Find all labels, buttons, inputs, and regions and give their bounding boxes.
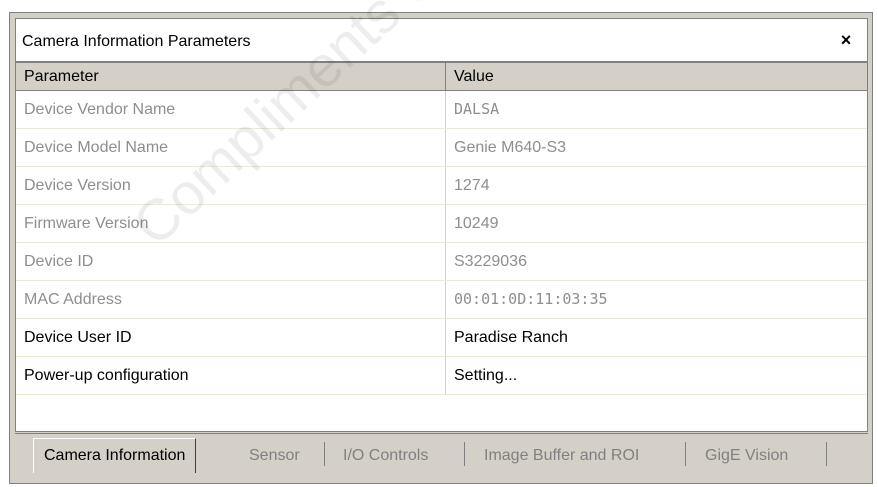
- param-name: Device Version: [16, 167, 446, 204]
- tab-sensor[interactable]: Sensor: [239, 440, 310, 472]
- parameters-grid: Parameter Value Device Vendor Name DALSA…: [15, 62, 868, 432]
- tab-separator: [685, 442, 686, 466]
- device-user-id-field[interactable]: Paradise Ranch: [446, 319, 867, 356]
- tab-camera-information[interactable]: Camera Information: [33, 438, 197, 473]
- param-name: Device Model Name: [16, 129, 446, 166]
- table-row[interactable]: Device Version 1274: [16, 167, 867, 205]
- param-value: 00:01:0D:11:03:35: [454, 290, 608, 308]
- grid-header: Parameter Value: [16, 63, 867, 91]
- table-row[interactable]: Firmware Version 10249: [16, 205, 867, 243]
- column-header-value[interactable]: Value: [446, 63, 867, 90]
- param-name: MAC Address: [16, 281, 446, 318]
- param-value: DALSA: [454, 100, 500, 118]
- table-row[interactable]: Device ID S3229036: [16, 243, 867, 281]
- param-name: Device User ID: [16, 319, 446, 356]
- powerup-config-button[interactable]: Setting...: [446, 357, 867, 394]
- param-value: S3229036: [454, 253, 527, 270]
- tab-gige-vision[interactable]: GigE Vision: [695, 440, 798, 472]
- close-button[interactable]: ×: [835, 29, 857, 51]
- table-row[interactable]: Device User ID Paradise Ranch: [16, 319, 867, 357]
- param-name: Firmware Version: [16, 205, 446, 242]
- tab-io-controls[interactable]: I/O Controls: [333, 440, 438, 472]
- param-name: Device Vendor Name: [16, 91, 446, 128]
- camera-info-panel: Camera Information Parameters × Paramete…: [9, 12, 873, 484]
- tab-separator: [464, 442, 465, 466]
- panel-title-bar: Camera Information Parameters ×: [15, 18, 868, 62]
- param-value: 1274: [454, 177, 490, 194]
- param-value: Genie M640-S3: [454, 139, 567, 156]
- tab-separator: [324, 442, 325, 466]
- param-value: 10249: [454, 215, 499, 232]
- param-name: Power-up configuration: [16, 357, 446, 394]
- table-row[interactable]: Device Vendor Name DALSA: [16, 91, 867, 129]
- close-icon: ×: [840, 30, 852, 50]
- table-row[interactable]: MAC Address 00:01:0D:11:03:35: [16, 281, 867, 319]
- panel-title: Camera Information Parameters: [22, 33, 251, 50]
- tab-separator: [826, 442, 827, 466]
- tab-bar: Camera Information Sensor I/O Controls I…: [15, 433, 868, 478]
- tab-image-buffer-roi[interactable]: Image Buffer and ROI: [474, 440, 649, 472]
- table-row[interactable]: Device Model Name Genie M640-S3: [16, 129, 867, 167]
- table-row[interactable]: Power-up configuration Setting...: [16, 357, 867, 395]
- column-header-parameter[interactable]: Parameter: [16, 63, 446, 90]
- param-name: Device ID: [16, 243, 446, 280]
